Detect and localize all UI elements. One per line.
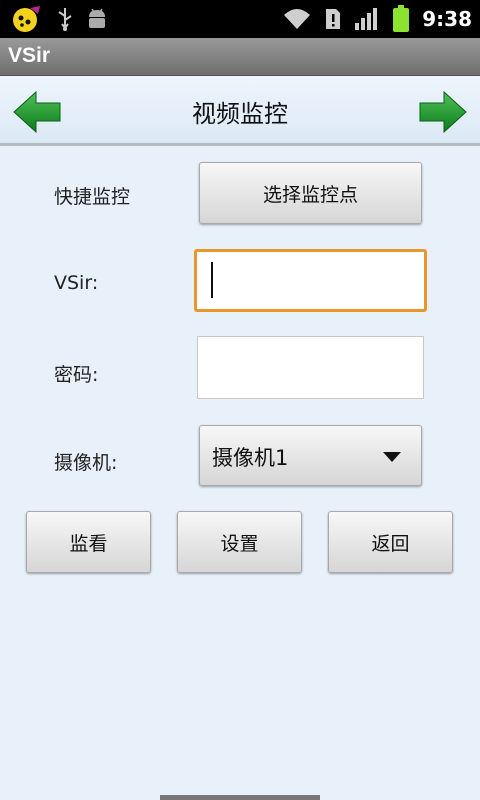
wifi-icon (284, 9, 311, 29)
app-title: VSir (8, 44, 51, 67)
watch-button[interactable]: 监看 (26, 511, 151, 573)
text-caret (211, 262, 213, 298)
settings-button[interactable]: 设置 (177, 511, 302, 573)
password-input[interactable] (197, 336, 424, 399)
select-monitor-point-button[interactable]: 选择监控点 (199, 162, 422, 224)
back-button[interactable]: 返回 (328, 511, 453, 573)
quick-monitor-label: 快捷监控 (54, 186, 131, 208)
usb-icon (58, 8, 72, 31)
status-bar: 9:38 (0, 0, 480, 38)
camera-select[interactable]: 摄像机1 (199, 425, 422, 486)
signal-icon (355, 8, 378, 30)
status-time: 9:38 (422, 7, 472, 31)
vsir-input[interactable] (194, 249, 427, 312)
android-debug-icon (89, 8, 105, 28)
arrow-right-icon[interactable] (418, 90, 468, 134)
battery-icon (393, 5, 410, 32)
camera-label: 摄像机: (54, 452, 118, 474)
vsir-label: VSir: (54, 272, 99, 294)
page-title: 视频监控 (192, 100, 288, 128)
password-label: 密码: (54, 364, 99, 386)
app-notification-icon (13, 6, 40, 32)
sim-alert-icon (326, 9, 341, 29)
camera-selected-value: 摄像机1 (212, 446, 289, 470)
app-title-bar: VSir (0, 38, 480, 76)
page-header: 视频监控 (0, 76, 480, 146)
dropdown-arrow-icon (383, 452, 401, 462)
bottom-bar (160, 795, 320, 800)
